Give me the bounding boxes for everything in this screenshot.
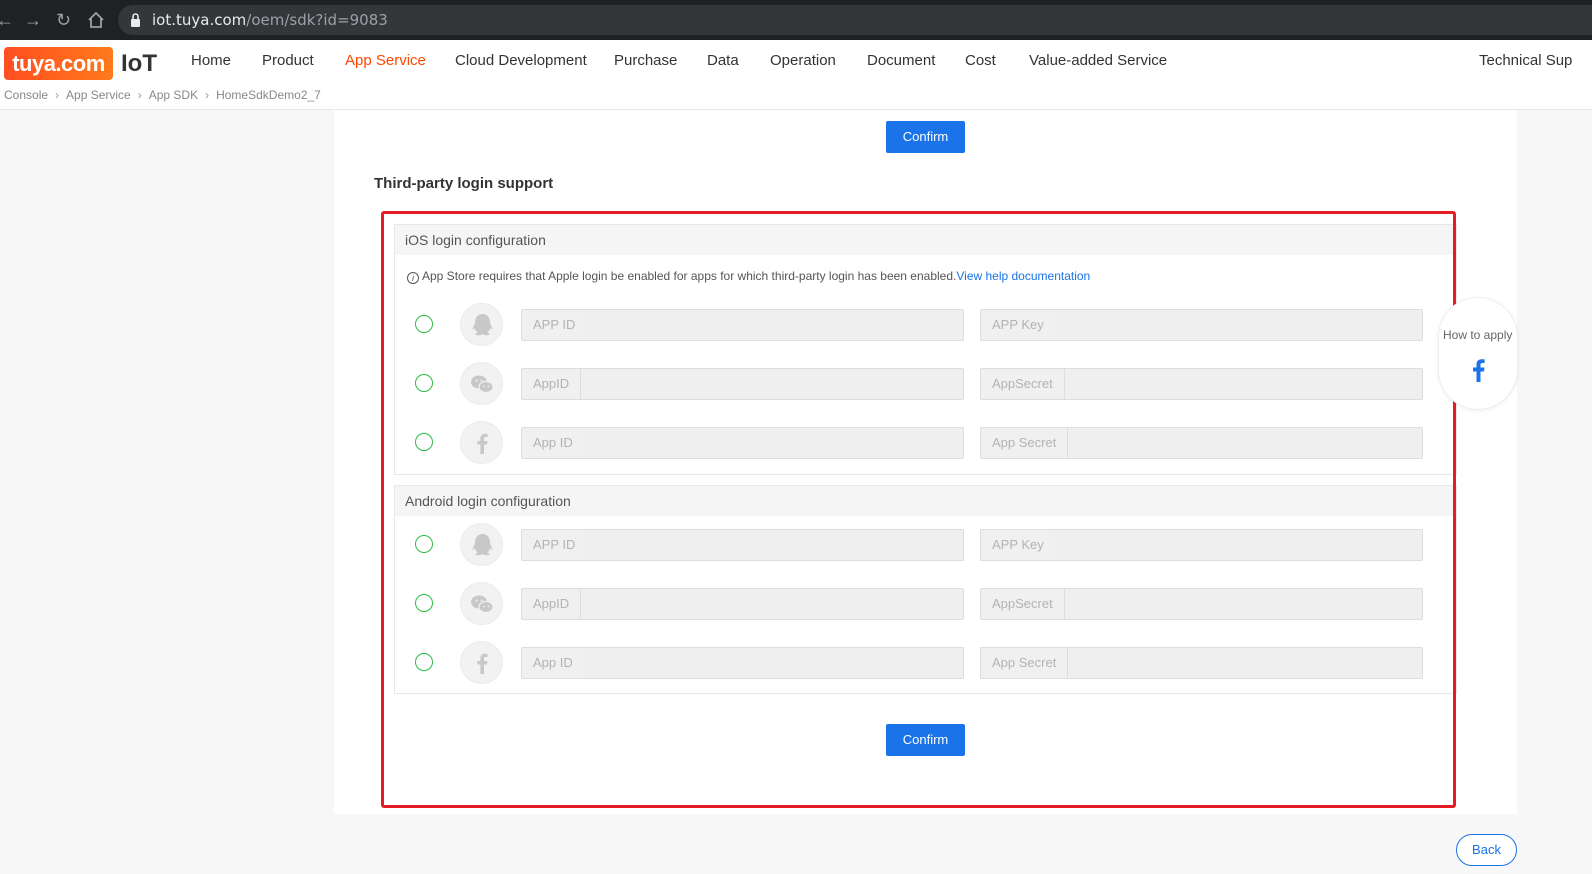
breadcrumb: Console › App Service › App SDK › HomeSdkDemo2…	[4, 88, 321, 102]
home-icon[interactable]	[87, 11, 105, 29]
breadcrumb-console[interactable]: Console	[4, 88, 48, 102]
tuya-logo[interactable]: tuya.com	[4, 47, 113, 80]
nav-document[interactable]: Document	[867, 52, 935, 69]
nav-data[interactable]: Data	[707, 52, 739, 69]
chevron-right-icon: ›	[137, 88, 142, 102]
url-domain: iot.tuya.com	[152, 11, 247, 29]
back-button[interactable]: Back	[1456, 834, 1517, 866]
lock-icon	[131, 13, 140, 27]
iot-logo-text: IoT	[121, 50, 157, 77]
chevron-right-icon: ›	[55, 88, 60, 102]
highlight-annotation-box	[381, 211, 1456, 808]
nav-app-service[interactable]: App Service	[345, 52, 426, 69]
how-to-apply-label[interactable]: How to apply	[1443, 328, 1512, 342]
browser-toolbar: ← → ↻ iot.tuya.com/oem/sdk?id=9083	[0, 0, 1592, 40]
section-title: Third-party login support	[374, 175, 554, 192]
back-arrow-icon[interactable]: ←	[0, 9, 14, 31]
nav-value-added-service[interactable]: Value-added Service	[1029, 52, 1167, 69]
nav-cloud-development[interactable]: Cloud Development	[455, 52, 587, 69]
site-header: tuya.com IoT Home Product App Service Cl…	[0, 40, 1592, 110]
confirm-button-top[interactable]: Confirm	[886, 121, 965, 153]
nav-purchase[interactable]: Purchase	[614, 52, 677, 69]
reload-icon[interactable]: ↻	[56, 9, 71, 31]
chevron-right-icon: ›	[205, 88, 210, 102]
nav-home[interactable]: Home	[191, 52, 231, 69]
forward-arrow-icon[interactable]: →	[24, 9, 42, 31]
breadcrumb-app-sdk[interactable]: App SDK	[149, 88, 198, 102]
breadcrumb-app-service[interactable]: App Service	[66, 88, 131, 102]
nav-operation[interactable]: Operation	[770, 52, 836, 69]
nav-technical-support[interactable]: Technical Sup	[1479, 52, 1572, 69]
url-text: iot.tuya.com/oem/sdk?id=9083	[152, 11, 388, 29]
facebook-icon[interactable]	[1468, 358, 1490, 382]
nav-cost[interactable]: Cost	[965, 52, 996, 69]
url-path: /oem/sdk?id=9083	[246, 11, 388, 29]
nav-product[interactable]: Product	[262, 52, 314, 69]
breadcrumb-current: HomeSdkDemo2_7	[216, 88, 321, 102]
how-to-apply-float[interactable]: How to apply	[1438, 297, 1518, 410]
